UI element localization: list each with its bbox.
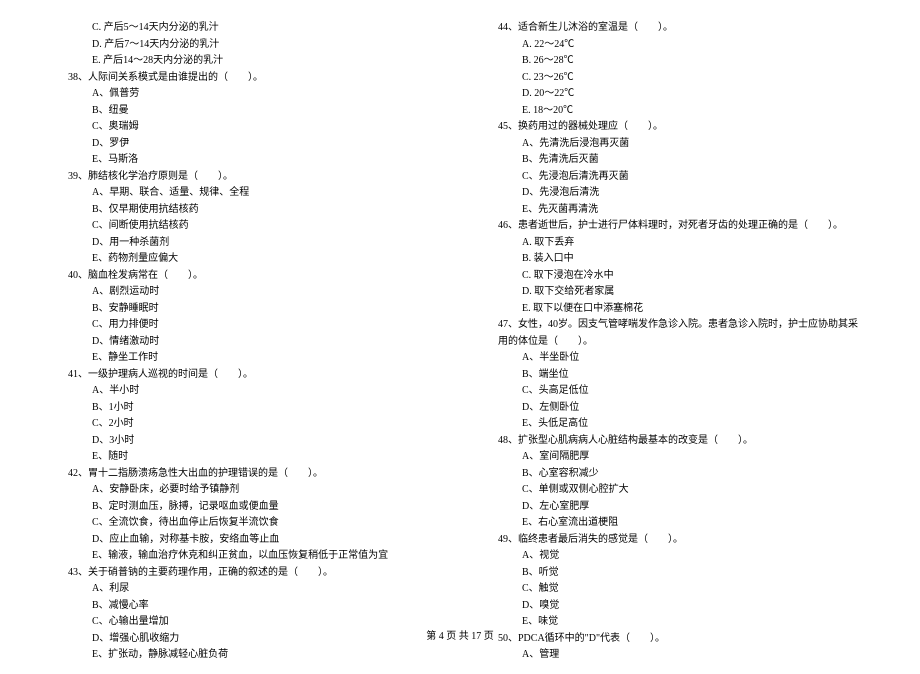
option: A、剧烈运动时 (60, 284, 430, 301)
option: E、头低足高位 (490, 416, 860, 433)
option: A、管理 (490, 647, 860, 664)
question-39: 39、肺结核化学治疗原则是（ ）。 (60, 169, 430, 186)
option: B、仅早期使用抗结核药 (60, 202, 430, 219)
option: E、药物剂量应偏大 (60, 251, 430, 268)
option: B、心室容积减少 (490, 466, 860, 483)
question-49: 49、临终患者最后消失的感觉是（ ）。 (490, 532, 860, 549)
question-45: 45、换药用过的器械处理应（ ）。 (490, 119, 860, 136)
option: C、全流饮食，待出血停止后恢复半流饮食 (60, 515, 430, 532)
option: E、马斯洛 (60, 152, 430, 169)
option: E、右心室流出道梗阻 (490, 515, 860, 532)
option: A、先清洗后浸泡再灭菌 (490, 136, 860, 153)
question-40: 40、脑血栓发病常在（ ）。 (60, 268, 430, 285)
option: A、半坐卧位 (490, 350, 860, 367)
option: B、定时测血压，脉搏，记录呕血或便血量 (60, 499, 430, 516)
question-38: 38、人际间关系模式是由谁提出的（ ）。 (60, 70, 430, 87)
option: D、用一种杀菌剂 (60, 235, 430, 252)
option: D、应止血输，对称基卡胺，安络血等止血 (60, 532, 430, 549)
option: E. 取下以便在口中添塞棉花 (490, 301, 860, 318)
option: C、头高足低位 (490, 383, 860, 400)
option: A. 22～24℃ (490, 37, 860, 54)
question-46: 46、患者逝世后，护士进行尸体料理时，对死者牙齿的处理正确的是（ ）。 (490, 218, 860, 235)
option: B、安静睡眠时 (60, 301, 430, 318)
option: D. 产后7～14天内分泌的乳汁 (60, 37, 430, 54)
option: A、安静卧床，必要时给予镇静剂 (60, 482, 430, 499)
option: B. 26～28℃ (490, 53, 860, 70)
option: A、利尿 (60, 581, 430, 598)
option: E、静坐工作时 (60, 350, 430, 367)
question-42: 42、胃十二指肠溃疡急性大出血的护理错误的是（ ）。 (60, 466, 430, 483)
option: E. 产后14～28天内分泌的乳汁 (60, 53, 430, 70)
question-47: 47、女性，40岁。因支气管哮喘发作急诊入院。患者急诊入院时，护士应协助其采用的… (490, 317, 860, 350)
option: C、触觉 (490, 581, 860, 598)
option: B. 装入口中 (490, 251, 860, 268)
option: E、随时 (60, 449, 430, 466)
option: B、端坐位 (490, 367, 860, 384)
option: C. 取下浸泡在冷水中 (490, 268, 860, 285)
option: D. 取下交给死者家属 (490, 284, 860, 301)
option: D、左心室肥厚 (490, 499, 860, 516)
page-footer: 第 4 页 共 17 页 (0, 627, 920, 642)
option: A、视觉 (490, 548, 860, 565)
option: D. 20～22℃ (490, 86, 860, 103)
option: D、罗伊 (60, 136, 430, 153)
option: A、早期、联合、适量、规律、全程 (60, 185, 430, 202)
option: D、左侧卧位 (490, 400, 860, 417)
option: B、听觉 (490, 565, 860, 582)
option: E、输液，输血治疗休克和纠正贫血，以血压恢复稍低于正常值为宜 (60, 548, 430, 565)
option: E、扩张动，静脉减轻心脏负荷 (60, 647, 430, 664)
option: C、间断使用抗结核药 (60, 218, 430, 235)
question-41: 41、一级护理病人巡视的时间是（ ）。 (60, 367, 430, 384)
option: C、2小时 (60, 416, 430, 433)
option: E、先灭菌再清洗 (490, 202, 860, 219)
option: E. 18～20℃ (490, 103, 860, 120)
option: D、先浸泡后清洗 (490, 185, 860, 202)
option: B、减慢心率 (60, 598, 430, 615)
option: C. 23～26℃ (490, 70, 860, 87)
option: A、室间隔肥厚 (490, 449, 860, 466)
option: D、嗅觉 (490, 598, 860, 615)
page-content: C. 产后5～14天内分泌的乳汁 D. 产后7～14天内分泌的乳汁 E. 产后1… (0, 0, 920, 674)
right-column: 44、适合新生儿沐浴的室温是（ ）。 A. 22～24℃ B. 26～28℃ C… (490, 20, 860, 664)
question-44: 44、适合新生儿沐浴的室温是（ ）。 (490, 20, 860, 37)
option: C、先浸泡后清洗再灭菌 (490, 169, 860, 186)
option: A、佩普劳 (60, 86, 430, 103)
option: B、1小时 (60, 400, 430, 417)
option: C. 产后5～14天内分泌的乳汁 (60, 20, 430, 37)
option: C、单侧或双侧心腔扩大 (490, 482, 860, 499)
option: A. 取下丢弃 (490, 235, 860, 252)
question-43: 43、关于硝普钠的主要药理作用，正确的叙述的是（ ）。 (60, 565, 430, 582)
option: B、先清洗后灭菌 (490, 152, 860, 169)
option: D、情绪激动时 (60, 334, 430, 351)
option: C、用力排便时 (60, 317, 430, 334)
left-column: C. 产后5～14天内分泌的乳汁 D. 产后7～14天内分泌的乳汁 E. 产后1… (60, 20, 430, 664)
option: B、纽曼 (60, 103, 430, 120)
option: D、3小时 (60, 433, 430, 450)
option: C、奥瑞姆 (60, 119, 430, 136)
question-48: 48、扩张型心肌病病人心脏结构最基本的改变是（ ）。 (490, 433, 860, 450)
option: A、半小时 (60, 383, 430, 400)
